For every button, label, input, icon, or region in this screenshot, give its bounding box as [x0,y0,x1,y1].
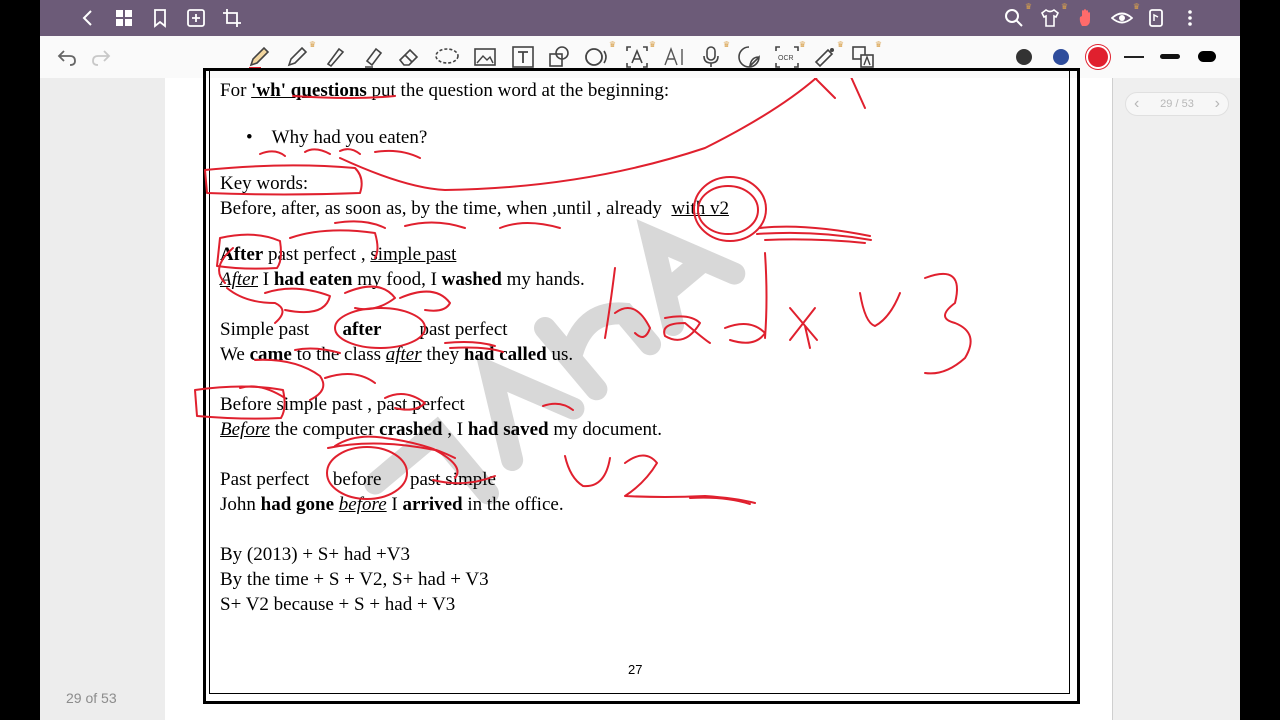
ocr-icon[interactable]: OCR ♛ [774,40,806,70]
stroke-medium[interactable] [1160,54,1180,59]
bookmark-icon[interactable] [148,6,172,30]
color-red-swatch[interactable] [1088,47,1108,67]
we-came-example: We came to the class after they had call… [220,344,574,365]
ai-tool-icon[interactable] [662,44,688,70]
page-indicator: 29 / 53 [1160,98,1194,110]
before-example-line: Before the computer crashed , I had save… [220,419,663,440]
top-bar: ♛ ♛ ♛ [40,0,1240,36]
after-rule-line: After past perfect , simple past [220,244,457,265]
john-example-line: John had gone before I arrived in the of… [220,494,564,515]
text-tool-icon[interactable] [510,44,536,70]
shirt-icon[interactable]: ♛ [1038,2,1068,30]
key-words-line: Before, after, as soon as, by the time, … [220,198,729,219]
chevron-right-icon[interactable]: › [1215,95,1220,113]
left-gutter [40,78,166,720]
mic-icon[interactable]: ♛ [698,40,730,70]
right-panel: ‹ 29 / 53 › [1112,78,1240,720]
grid-icon[interactable] [112,6,136,30]
sticker-icon[interactable] [736,44,762,70]
document-page[interactable]: For 'wh' questions put the question word… [165,68,1112,720]
formula-line-3: S+ V2 because + S + had + V3 [220,594,456,615]
text-select-icon[interactable]: ♛ [624,40,656,70]
more-icon[interactable] [1178,6,1202,30]
add-page-icon[interactable] [184,6,208,30]
read-aloud-icon[interactable]: ♛ [584,40,616,70]
svg-text:OCR: OCR [778,55,794,62]
redo-icon[interactable] [88,44,114,70]
after-example-line: After I had eaten my food, I washed my h… [220,269,585,290]
eye-icon[interactable]: ♛ [1110,2,1140,30]
hand-icon[interactable] [1074,6,1098,30]
page-navigator: ‹ 29 / 53 › [1125,92,1229,116]
key-words-heading: Key words: [220,173,309,194]
undo-icon[interactable] [54,44,80,70]
pen-tool-icon[interactable] [246,44,272,70]
laser-pointer-icon[interactable]: ♛ [812,40,844,70]
translate-icon[interactable]: ♛ [850,40,882,70]
crop-icon[interactable] [220,6,244,30]
highlighter-tool-icon[interactable] [360,44,386,70]
brush-tool-icon[interactable] [322,44,348,70]
shape-tool-icon[interactable] [546,44,572,70]
color-blue-swatch[interactable] [1053,49,1069,65]
pencil-tool-icon[interactable]: ♛ [284,40,316,70]
doc-icon[interactable] [1144,6,1168,30]
page-of-count: 29 of 53 [66,690,117,706]
page-number: 27 [628,662,643,677]
eraser-tool-icon[interactable] [396,44,422,70]
formula-line-2: By the time + S + V2, S+ had + V3 [220,569,489,590]
app-window: ♛ ♛ ♛ ♛ ♛ ♛ ♛ OCR ♛ ♛ ♛ 29 of 53 ‹ 29 / … [40,0,1240,720]
before-rule-line: Before simple past , past perfect [220,394,465,415]
stroke-thick[interactable] [1198,51,1216,62]
image-tool-icon[interactable] [472,44,498,70]
wh-questions-line: For 'wh' questions put the question word… [220,80,670,101]
simple-past-after-rule: Simple past after past perfect [220,319,508,340]
color-black-swatch[interactable] [1016,49,1032,65]
lasso-tool-icon[interactable] [434,44,460,70]
past-perfect-before-rule: Past perfect before past simple [220,469,496,490]
bullet-line: • Why had you eaten? [246,127,428,148]
search-icon[interactable]: ♛ [1002,2,1032,30]
back-icon[interactable] [76,6,100,30]
formula-line-1: By (2013) + S+ had +V3 [220,544,410,565]
chevron-left-icon[interactable]: ‹ [1134,95,1139,113]
stroke-thin[interactable] [1124,56,1144,58]
